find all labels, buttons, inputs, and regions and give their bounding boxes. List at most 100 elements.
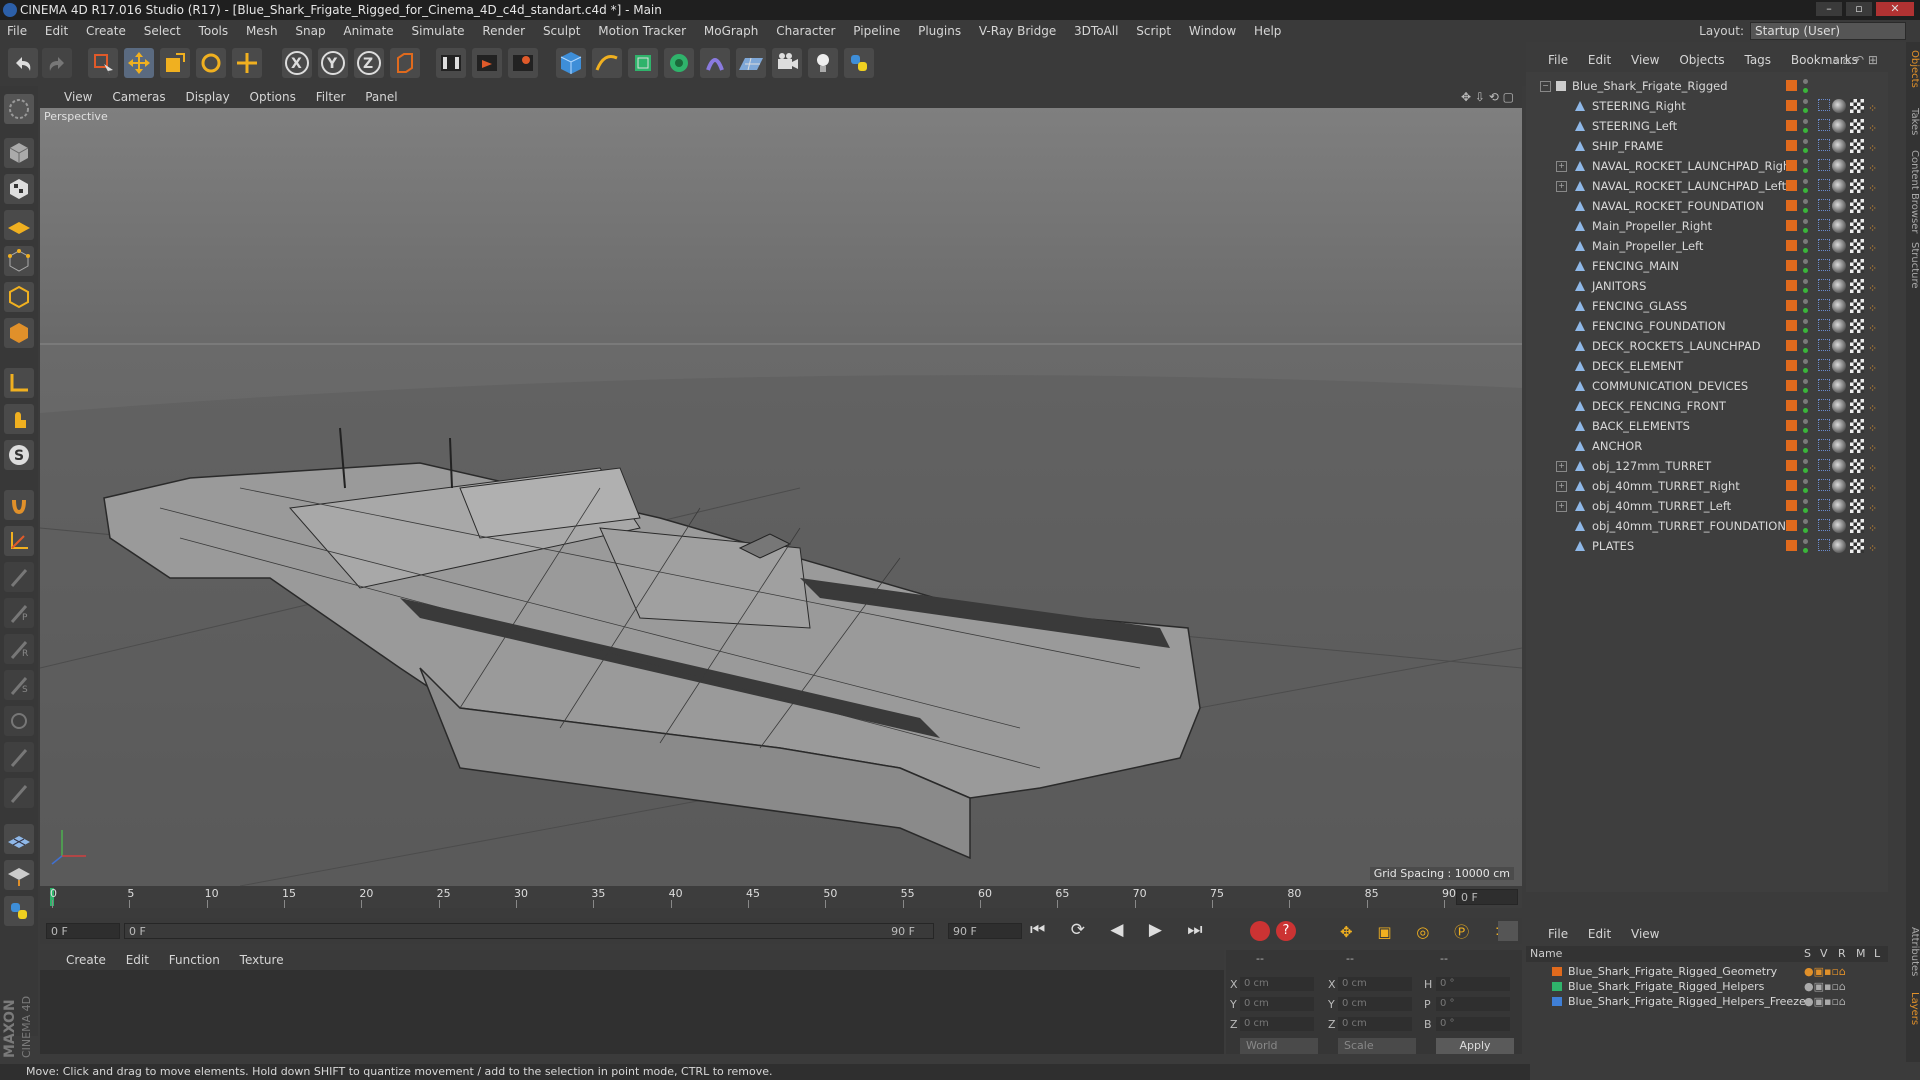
- tab-structure[interactable]: Structure: [1906, 242, 1920, 289]
- texture-tag-icon[interactable]: [1850, 219, 1864, 233]
- apply-button[interactable]: Apply: [1436, 1038, 1514, 1054]
- texture-tag-icon[interactable]: [1850, 319, 1864, 333]
- transport-buttons[interactable]: ⏮ ⟳ ◀ ▶ ⏭: [1030, 920, 1213, 940]
- material-tag-icon[interactable]: [1832, 299, 1846, 313]
- layer-swatch[interactable]: [1786, 400, 1797, 411]
- python-console-icon[interactable]: [4, 896, 34, 926]
- render-visibility-dot[interactable]: [1803, 348, 1808, 353]
- objects-menu-tags[interactable]: Tags: [1736, 50, 1779, 70]
- editor-visibility-dot[interactable]: [1803, 379, 1808, 384]
- layer-swatch[interactable]: [1786, 340, 1797, 351]
- object-row[interactable]: + obj_40mm_TURRET_Right ⁘: [1526, 476, 1888, 496]
- editor-visibility-dot[interactable]: [1803, 519, 1808, 524]
- objects-menu-objects[interactable]: Objects: [1671, 50, 1732, 70]
- expand-toggle[interactable]: +: [1556, 501, 1567, 512]
- layer-flags[interactable]: ●▣▪▫⌂: [1804, 964, 1846, 979]
- menu-script[interactable]: Script: [1129, 20, 1178, 42]
- editor-visibility-dot[interactable]: [1803, 159, 1808, 164]
- coordinate-mode-dropdown[interactable]: World: [1240, 1038, 1318, 1054]
- workplane-align-icon[interactable]: [4, 860, 34, 890]
- selection-tag-icon[interactable]: [1818, 159, 1830, 171]
- menu-pipeline[interactable]: Pipeline: [846, 20, 907, 42]
- live-selection-icon[interactable]: [88, 48, 118, 78]
- texture-tag-icon[interactable]: [1850, 379, 1864, 393]
- menu-sculpt[interactable]: Sculpt: [536, 20, 587, 42]
- move-tool-icon[interactable]: [124, 48, 154, 78]
- range-slider[interactable]: 0 F 90 F: [124, 923, 934, 939]
- object-row[interactable]: DECK_ELEMENT ⁘: [1526, 356, 1888, 376]
- selection-tag-icon[interactable]: [1818, 419, 1830, 431]
- material-tag-icon[interactable]: [1832, 519, 1846, 533]
- object-row[interactable]: obj_40mm_TURRET_FOUNDATION ⁘: [1526, 516, 1888, 536]
- viewport-menu-cameras[interactable]: Cameras: [104, 86, 173, 108]
- size-x-field[interactable]: 0 cm: [1338, 977, 1412, 991]
- menu-tools[interactable]: Tools: [192, 20, 236, 42]
- menu-character[interactable]: Character: [769, 20, 842, 42]
- objects-menu-edit[interactable]: Edit: [1580, 50, 1619, 70]
- rotation-p-field[interactable]: 0 °: [1436, 997, 1510, 1011]
- material-tag-icon[interactable]: [1832, 199, 1846, 213]
- object-row[interactable]: FENCING_FOUNDATION ⁘: [1526, 316, 1888, 336]
- layer-swatch[interactable]: [1786, 380, 1797, 391]
- layer-swatch[interactable]: [1786, 240, 1797, 251]
- material-menu-edit[interactable]: Edit: [118, 950, 157, 970]
- selection-tag-icon[interactable]: [1818, 239, 1830, 251]
- render-visibility-dot[interactable]: [1803, 468, 1808, 473]
- enable-axis-icon[interactable]: [4, 368, 34, 398]
- material-menu-function[interactable]: Function: [161, 950, 228, 970]
- camera-icon[interactable]: [772, 48, 802, 78]
- layer-swatch[interactable]: [1786, 540, 1797, 551]
- layout-dropdown[interactable]: Startup (User): [1750, 22, 1906, 40]
- paint-tool-icon[interactable]: P: [4, 598, 34, 628]
- tweak-mode-icon[interactable]: [4, 404, 34, 434]
- search-icon[interactable]: ⌕ ⌂ ↶ ⊞: [1832, 50, 1878, 70]
- material-tag-icon[interactable]: [1832, 419, 1846, 433]
- tab-takes[interactable]: Takes: [1906, 108, 1920, 135]
- texture-tag-icon[interactable]: [1850, 279, 1864, 293]
- layer-swatch[interactable]: [1786, 480, 1797, 491]
- render-visibility-dot[interactable]: [1803, 128, 1808, 133]
- smooth-brush-icon[interactable]: [4, 706, 34, 736]
- selection-tag-icon[interactable]: [1818, 379, 1830, 391]
- material-tag-icon[interactable]: [1832, 119, 1846, 133]
- texture-tag-icon[interactable]: [1850, 459, 1864, 473]
- edges-mode-icon[interactable]: [4, 282, 34, 312]
- material-tag-icon[interactable]: [1832, 219, 1846, 233]
- magnet-icon[interactable]: [4, 490, 34, 520]
- render-visibility-dot[interactable]: [1803, 168, 1808, 173]
- timeline-ruler[interactable]: 0 5 10 15 20 25 30 35 40 45 50 55 60 65 70 75 80 85 90 0 F: [40, 886, 1522, 908]
- texture-tag-icon[interactable]: [1850, 299, 1864, 313]
- brush-tool-icon[interactable]: [4, 562, 34, 592]
- texture-tag-icon[interactable]: [1850, 539, 1864, 553]
- layer-flags[interactable]: ●▣▪▫⌂: [1804, 994, 1846, 1009]
- object-row[interactable]: Main_Propeller_Right ⁘: [1526, 216, 1888, 236]
- current-frame-field[interactable]: 0 F: [46, 923, 120, 939]
- autokey-icon[interactable]: ?: [1276, 921, 1296, 941]
- selection-tag-icon[interactable]: [1818, 259, 1830, 271]
- record-keyframe-icon[interactable]: [1250, 921, 1270, 941]
- render-visibility-dot[interactable]: [1803, 488, 1808, 493]
- editor-visibility-dot[interactable]: [1803, 119, 1808, 124]
- material-menu-texture[interactable]: Texture: [232, 950, 292, 970]
- object-row[interactable]: DECK_FENCING_FRONT ⁘: [1526, 396, 1888, 416]
- material-tag-icon[interactable]: [1832, 339, 1846, 353]
- rotation-h-field[interactable]: 0 °: [1436, 977, 1510, 991]
- selection-tag-icon[interactable]: [1818, 359, 1830, 371]
- menu-mesh[interactable]: Mesh: [239, 20, 285, 42]
- model-mode-icon[interactable]: [4, 138, 34, 168]
- editor-visibility-dot[interactable]: [1803, 179, 1808, 184]
- close-button[interactable]: ✕: [1876, 2, 1914, 16]
- selection-tag-icon[interactable]: [1818, 319, 1830, 331]
- texture-tag-icon[interactable]: [1850, 199, 1864, 213]
- menu-animate[interactable]: Animate: [336, 20, 400, 42]
- coordinate-system-icon[interactable]: [390, 48, 420, 78]
- menu-motion-tracker[interactable]: Motion Tracker: [591, 20, 693, 42]
- object-row[interactable]: NAVAL_ROCKET_FOUNDATION ⁘: [1526, 196, 1888, 216]
- position-z-field[interactable]: 0 cm: [1240, 1017, 1314, 1031]
- selection-tag-icon[interactable]: [1818, 519, 1830, 531]
- transform-tool-icon[interactable]: [232, 48, 262, 78]
- texture-tag-icon[interactable]: [1850, 179, 1864, 193]
- render-visibility-dot[interactable]: [1803, 508, 1808, 513]
- layers-menu-edit[interactable]: Edit: [1580, 924, 1619, 944]
- texture-tag-icon[interactable]: [1850, 239, 1864, 253]
